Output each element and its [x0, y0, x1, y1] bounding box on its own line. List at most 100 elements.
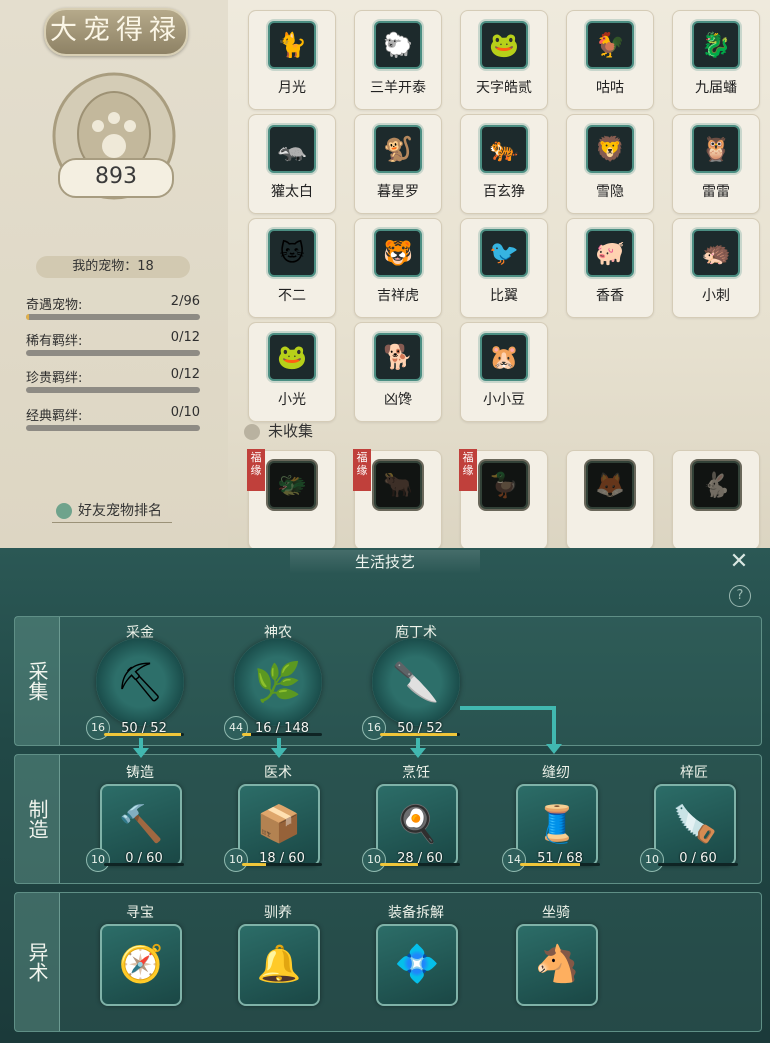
stat-rare-bond: 稀有羁绊: 0/12	[26, 330, 200, 360]
life-skills-window: 生活技艺 ✕ ? 采集 制造 异术 采金 ⛏ 16 50 / 52 神农 🌿 44 16 / …	[0, 548, 770, 1043]
pet-card[interactable]: 🦁 雪隐	[566, 114, 654, 214]
friend-pet-ranking-link[interactable]: 好友宠物排名	[52, 500, 172, 523]
pet-card[interactable]: 🐖 香香	[566, 218, 654, 318]
fortune-tag: 福缘	[459, 449, 477, 491]
pet-name: 暮星罗	[377, 184, 419, 200]
pet-portrait-icon: 🐈	[268, 21, 316, 69]
pet-collection-panel: 大宠得禄 893 我的宠物：18 奇遇宠物: 2/96 稀有羁绊: 0/12 珍…	[0, 0, 770, 548]
locked-pet-card[interactable]: 🐇	[672, 450, 760, 548]
skill-progress: 0 / 60	[104, 851, 184, 868]
stat-encounter-pets: 奇遇宠物: 2/96	[26, 294, 200, 324]
locked-pet-card[interactable]: 🦆 福缘	[459, 449, 548, 548]
skill-icon: ⛏	[96, 638, 184, 726]
stat-classic-bond: 经典羁绊: 0/10	[26, 405, 200, 435]
stat-label: 奇遇宠物:	[26, 298, 83, 313]
skill-progress-text: 50 / 52	[397, 721, 443, 736]
collection-score: 893	[58, 158, 174, 198]
skill-progress-text: 16 / 148	[255, 721, 309, 736]
stat-progress-bar	[26, 350, 200, 356]
pet-card[interactable]: 🐉 九届蟠	[672, 10, 760, 110]
skill-坐骑[interactable]: 坐骑 🐴	[506, 902, 606, 1032]
stat-progress-bar	[26, 425, 200, 431]
pet-card[interactable]: 🐑 三羊开泰	[354, 10, 442, 110]
pet-card[interactable]: 🐦 比翼	[460, 218, 548, 318]
skill-progress: 28 / 60	[380, 851, 460, 868]
pet-card[interactable]: 🦉 雷雷	[672, 114, 760, 214]
skill-progress: 18 / 60	[242, 851, 322, 868]
locked-pet-card[interactable]: 🦊	[566, 450, 654, 548]
locked-pet-card[interactable]: 🐂 福缘	[353, 449, 442, 548]
stat-label: 珍贵羁绊:	[26, 371, 83, 386]
skill-icon: 🔔	[238, 924, 320, 1006]
skill-progress: 0 / 60	[658, 851, 738, 868]
skill-icon: 🧭	[100, 924, 182, 1006]
pet-summary-sidebar: 大宠得禄 893 我的宠物：18 奇遇宠物: 2/96 稀有羁绊: 0/12 珍…	[0, 0, 228, 548]
skill-铸造[interactable]: 铸造 🔨 10 0 / 60	[86, 762, 190, 892]
stat-precious-bond: 珍贵羁绊: 0/12	[26, 367, 200, 397]
skill-梓匠[interactable]: 梓匠 🪚 10 0 / 60	[640, 762, 744, 892]
skill-装备拆解[interactable]: 装备拆解 💠	[366, 902, 466, 1032]
skill-庖丁术[interactable]: 庖丁术 🔪 16 50 / 52	[362, 622, 466, 752]
pet-card[interactable]: 🐹 小小豆	[460, 322, 548, 422]
pet-card[interactable]: 🐯 吉祥虎	[354, 218, 442, 318]
skill-icon: 🐴	[516, 924, 598, 1006]
pet-portrait-icon: 🐉	[692, 21, 740, 69]
fortune-tag: 福缘	[247, 449, 265, 491]
pet-name: 月光	[278, 80, 306, 96]
skill-name: 装备拆解	[388, 905, 444, 921]
pet-portrait-icon: 🐹	[480, 333, 528, 381]
skill-name: 缝纫	[542, 765, 570, 781]
skill-progress: 50 / 52	[104, 721, 184, 738]
home-icon	[56, 503, 72, 519]
skill-神农[interactable]: 神农 🌿 44 16 / 148	[224, 622, 328, 752]
pet-card[interactable]: 🐕 凶馋	[354, 322, 442, 422]
pet-card[interactable]: 🐓 咕咕	[566, 10, 654, 110]
pet-portrait-icon: 🐦	[480, 229, 528, 277]
pet-card[interactable]: 🐱 不二	[248, 218, 336, 318]
pet-name: 三羊开泰	[370, 80, 426, 96]
pet-name: 香香	[596, 288, 624, 304]
pet-silhouette-icon: 🐇	[692, 461, 740, 509]
pet-title-plaque: 大宠得禄	[44, 8, 188, 56]
pet-silhouette-icon: 🐂	[374, 461, 422, 509]
paw-icon	[244, 423, 260, 440]
stat-progress-bar	[26, 387, 200, 393]
skill-progress-text: 0 / 60	[679, 851, 717, 866]
pet-portrait-icon: 🐸	[480, 21, 528, 69]
pet-portrait-icon: 🐒	[374, 125, 422, 173]
pet-card[interactable]: 🦔 小刺	[672, 218, 760, 318]
pet-portrait-icon: 🦡	[268, 125, 316, 173]
skill-icon: 🌿	[234, 638, 322, 726]
pet-card[interactable]: 🦡 獾太白	[248, 114, 336, 214]
skill-progress-text: 50 / 52	[121, 721, 167, 736]
pet-portrait-icon: 🦁	[586, 125, 634, 173]
skill-烹饪[interactable]: 烹饪 🍳 10 28 / 60	[362, 762, 466, 892]
stat-progress-fill	[26, 314, 30, 320]
pet-name: 小刺	[702, 288, 730, 304]
pet-portrait-icon: 🦉	[692, 125, 740, 173]
pet-card[interactable]: 🐒 暮星罗	[354, 114, 442, 214]
pet-name: 不二	[278, 288, 306, 304]
skill-缝纫[interactable]: 缝纫 🧵 14 51 / 68	[502, 762, 606, 892]
skill-医术[interactable]: 医术 📦 10 18 / 60	[224, 762, 328, 892]
pet-card[interactable]: 🐸 小光	[248, 322, 336, 422]
pet-name: 比翼	[490, 288, 518, 304]
pet-card[interactable]: 🐸 天字皓贰	[460, 10, 548, 110]
skill-icon: 💠	[376, 924, 458, 1006]
skill-采金[interactable]: 采金 ⛏ 16 50 / 52	[86, 622, 190, 752]
skill-progress: 51 / 68	[520, 851, 600, 868]
pet-card[interactable]: 🐅 百玄狰	[460, 114, 548, 214]
pet-portrait-icon: 🐸	[268, 333, 316, 381]
skill-驯养[interactable]: 驯养 🔔	[228, 902, 328, 1032]
pet-name: 天字皓贰	[476, 80, 532, 96]
friend-rank-label: 好友宠物排名	[78, 503, 162, 519]
skill-寻宝[interactable]: 寻宝 🧭	[90, 902, 190, 1032]
pet-portrait-icon: 🦔	[692, 229, 740, 277]
skill-progress-text: 51 / 68	[537, 851, 583, 866]
pet-name: 小光	[278, 392, 306, 408]
skill-progress-text: 0 / 60	[125, 851, 163, 866]
pet-portrait-icon: 🐓	[586, 21, 634, 69]
pet-card[interactable]: 🐈 月光	[248, 10, 336, 110]
locked-pet-card[interactable]: 🐲 福缘	[247, 449, 336, 548]
pet-name: 雪隐	[596, 184, 624, 200]
